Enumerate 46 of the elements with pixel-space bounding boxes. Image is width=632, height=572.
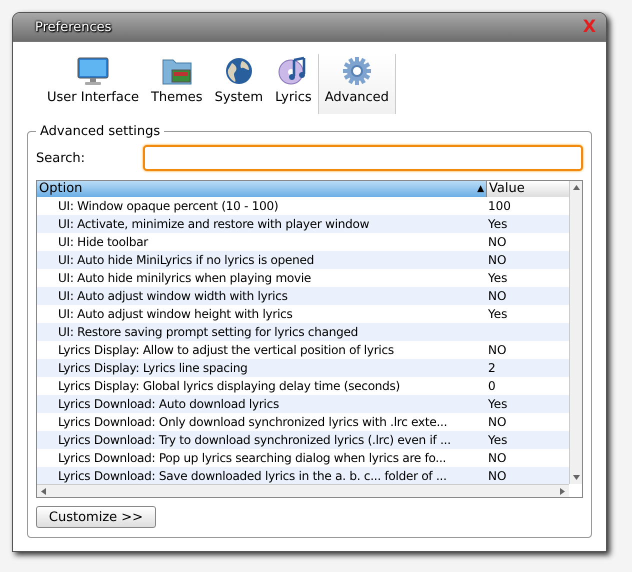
value-cell-text: NO	[487, 414, 508, 431]
value-cell-text: NO	[487, 342, 508, 359]
tab[interactable]: Themes	[144, 54, 209, 114]
option-cell-text: UI: Hide toolbar	[57, 234, 150, 251]
option-cell-text: UI: Auto adjust window height with lyrics	[57, 306, 294, 323]
customize-button[interactable]: Customize >>	[36, 506, 156, 528]
option-cell-text: Lyrics Download: Pop up lyrics searching dialog when lyrics are fo...	[57, 450, 448, 467]
value-cell-text: NO	[487, 288, 508, 305]
option-cell-text: UI: Auto adjust window width with lyrics	[57, 288, 289, 305]
option-cell-text: UI: Restore saving prompt setting for lyrics changed	[57, 324, 359, 341]
value-cell-text: NO	[487, 252, 508, 269]
option-cell-text: UI: Auto hide minilyrics when playing movie	[57, 270, 312, 287]
column-header[interactable]: Value	[487, 181, 569, 197]
value-cell-text: Yes	[487, 270, 508, 287]
option-cell-text: Lyrics Display: Lyrics line spacing	[57, 360, 249, 377]
vertical-scrollbar[interactable]	[569, 181, 582, 484]
option-cell-text: Lyrics Display: Allow to adjust the vertical position of lyrics	[57, 342, 395, 359]
value-cell-text: NO	[487, 234, 508, 251]
value-cell-text: Yes	[487, 306, 508, 323]
option-cell-text: Lyrics Display: Global lyrics displaying delay time (seconds)	[57, 378, 401, 395]
value-cell-text: Yes	[487, 432, 508, 449]
window-title: Preferences	[35, 20, 112, 34]
value-cell-text: Yes	[487, 396, 508, 413]
tab[interactable]: System	[208, 54, 270, 114]
column-header[interactable]: Option ▲	[37, 181, 487, 197]
option-cell-text: Lyrics Download: Try to download synchronized lyrics (.lrc) even if ...	[57, 432, 452, 449]
value-cell-text: 2	[487, 360, 497, 377]
group-title: Advanced settings	[39, 124, 162, 139]
search-label: Search:	[36, 150, 86, 166]
option-cell-text: UI: Window opaque percent (10 - 100)	[57, 198, 280, 215]
option-cell-text: Lyrics Download: Auto download lyrics	[57, 396, 280, 413]
value-cell-text: 100	[487, 198, 512, 215]
value-cell-text: 0	[487, 378, 497, 395]
value-cell-text: Yes	[487, 216, 508, 233]
tab[interactable]: User Interface	[41, 54, 145, 114]
option-cell-text: Lyrics Download: Save downloaded lyrics in the a. b. c... folder of ...	[57, 468, 448, 484]
option-cell-text: UI: Auto hide MiniLyrics if no lyrics is opened	[57, 252, 315, 269]
search-field[interactable]	[143, 145, 583, 171]
value-cell-text: NO	[487, 468, 508, 484]
option-cell-text: Lyrics Download: Only download synchronized lyrics with .lrc exte...	[57, 414, 448, 431]
horizontal-scrollbar[interactable]	[37, 484, 569, 497]
value-cell-text: NO	[487, 450, 508, 467]
tab[interactable]: Advanced	[318, 54, 396, 114]
tab[interactable]: Lyrics	[269, 54, 318, 114]
option-cell-text: UI: Activate, minimize and restore with player window	[57, 216, 370, 233]
monitor-icon	[76, 56, 110, 86]
